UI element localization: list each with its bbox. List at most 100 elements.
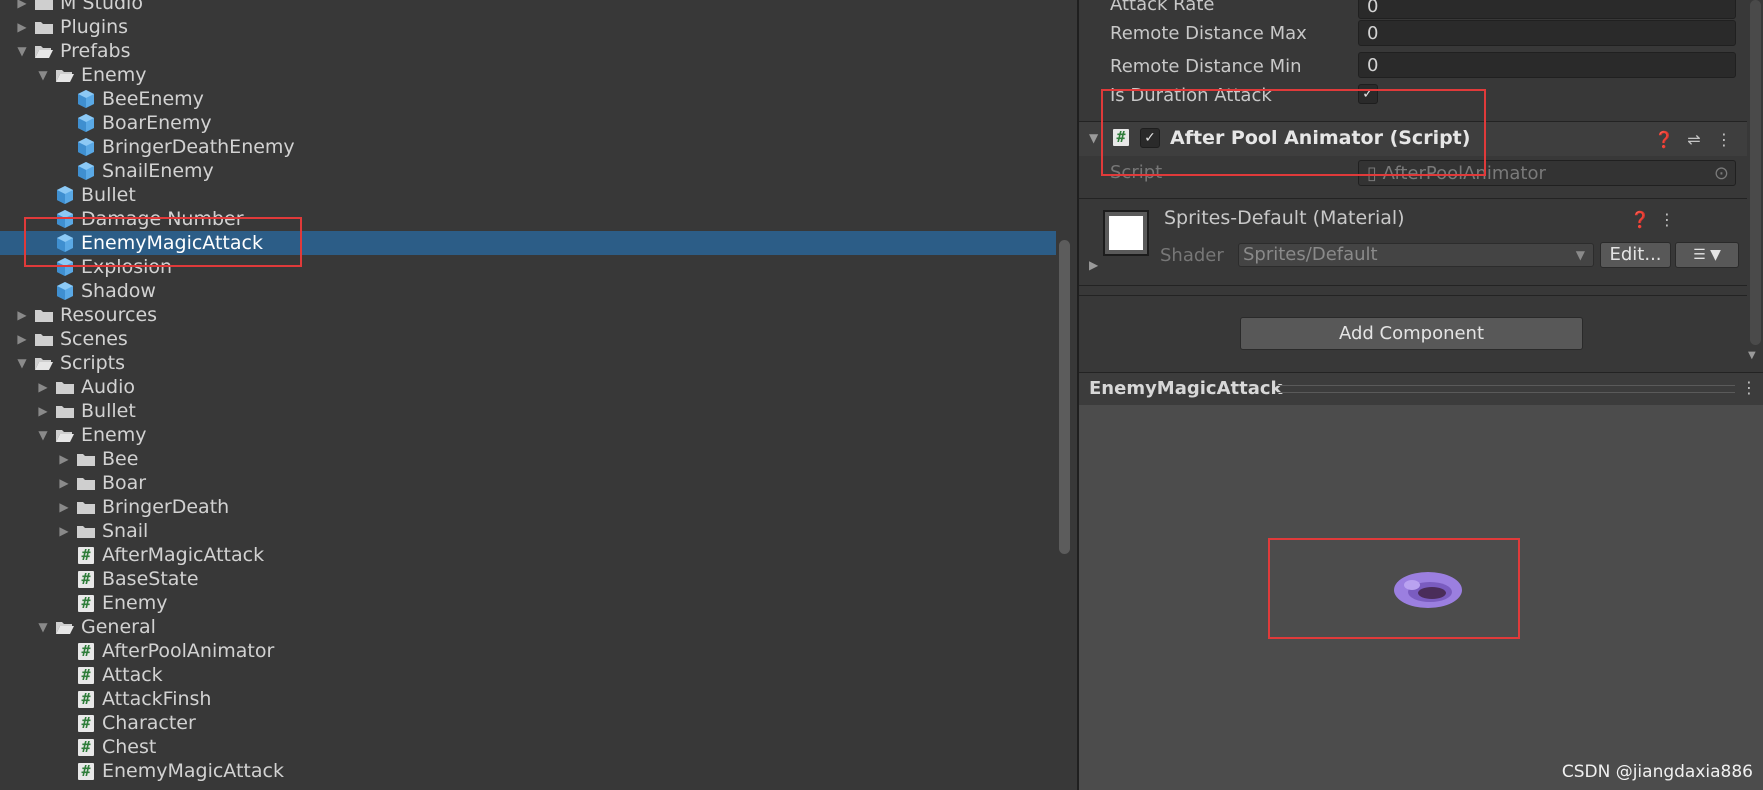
chevron-down-icon[interactable]: ▼ [35, 428, 51, 442]
chevron-down-icon[interactable]: ▼ [14, 356, 30, 370]
chevron-right-icon[interactable]: ▶ [56, 452, 72, 466]
tree-item-label: Enemy [81, 424, 147, 446]
tree-item[interactable]: ▶ Scenes [0, 327, 1056, 351]
chevron-right-icon[interactable]: ▶ [56, 476, 72, 490]
folder-icon [34, 306, 54, 324]
shader-edit-button[interactable]: Edit... [1600, 242, 1671, 268]
component-header[interactable]: ▼ # ✓ After Pool Animator (Script) ❓ ⇌ ⋮ [1079, 121, 1747, 156]
prefab-icon [76, 162, 96, 180]
tree-item[interactable]: ▶#AfterPoolAnimator [0, 639, 1056, 663]
attack-rate-field[interactable]: 0 [1358, 0, 1736, 19]
material-swatch[interactable] [1103, 210, 1149, 256]
tree-item[interactable]: ▶BeeEnemy [0, 87, 1056, 111]
tree-item[interactable]: ▶ Bullet [0, 399, 1056, 423]
tree-item[interactable]: ▶ Snail [0, 519, 1056, 543]
is-duration-attack-checkbox[interactable]: ✓ [1358, 84, 1378, 104]
tree-item[interactable]: ▶#EnemyMagicAttack [0, 759, 1056, 783]
chevron-right-icon[interactable]: ▶ [56, 524, 72, 538]
property-label-attack-rate: Attack Rate [1110, 0, 1215, 15]
preview-menu-icon[interactable]: ⋮ [1741, 378, 1757, 397]
add-component-button[interactable]: Add Component [1240, 317, 1583, 350]
tree-item[interactable]: ▶#Attack [0, 663, 1056, 687]
remote-distance-max-field[interactable]: 0 [1358, 20, 1736, 46]
prefab-icon [55, 258, 75, 276]
tree-item-label: BringerDeathEnemy [102, 136, 295, 158]
tree-item[interactable]: ▶ M Studio [0, 0, 1056, 15]
tree-item-label: Attack [102, 664, 163, 686]
script-file-icon: ▯ [1367, 163, 1377, 184]
tree-item[interactable]: ▼ Enemy [0, 423, 1056, 447]
tree-item[interactable]: ▶BoarEnemy [0, 111, 1056, 135]
shader-dropdown[interactable]: Sprites/Default ▼ [1238, 243, 1594, 267]
tree-item[interactable]: ▼ Scripts [0, 351, 1056, 375]
preview-area[interactable]: CSDN @jiangdaxia886 [1079, 405, 1763, 790]
script-icon: # [76, 642, 96, 660]
component-title: After Pool Animator (Script) [1170, 127, 1471, 149]
dropdown-arrow-icon: ▼ [1575, 248, 1585, 262]
tree-item[interactable]: ▼ General [0, 615, 1056, 639]
chevron-down-icon[interactable]: ▼ [14, 44, 30, 58]
tree-item[interactable]: ▼ Prefabs [0, 39, 1056, 63]
tree-item[interactable]: ▶Shadow [0, 279, 1056, 303]
folder-icon [76, 498, 96, 516]
tree-item-label: Scenes [60, 328, 128, 350]
tree-item-label: Bullet [81, 184, 136, 206]
folder-icon [76, 522, 96, 540]
tree-item[interactable]: ▶ Boar [0, 471, 1056, 495]
inspector-scroll-thumb[interactable] [1750, 0, 1761, 345]
preview-drag-handle[interactable] [1277, 385, 1735, 393]
tree-item-label: Shadow [81, 280, 156, 302]
tree-item[interactable]: ▶ Resources [0, 303, 1056, 327]
tree-item[interactable]: ▶ Plugins [0, 15, 1056, 39]
shader-options-button[interactable]: ☰ ▼ [1675, 242, 1739, 268]
tree-item[interactable]: ▶Bullet [0, 183, 1056, 207]
remote-distance-min-field[interactable]: 0 [1358, 52, 1736, 78]
tree-item[interactable]: ▶ Audio [0, 375, 1056, 399]
property-label-is-duration-attack: Is Duration Attack [1110, 84, 1272, 106]
tree-item[interactable]: ▶SnailEnemy [0, 159, 1056, 183]
tree-item[interactable]: ▶EnemyMagicAttack [0, 231, 1056, 255]
help-icon[interactable]: ❓ [1654, 130, 1674, 150]
tree-item[interactable]: ▶ BringerDeath [0, 495, 1056, 519]
component-enabled-checkbox[interactable]: ✓ [1140, 128, 1160, 148]
script-icon: # [76, 594, 96, 612]
tree-item-label: Bullet [81, 400, 136, 422]
chevron-down-icon[interactable]: ▼ [35, 620, 51, 634]
chevron-right-icon[interactable]: ▶ [14, 332, 30, 346]
kebab-menu-icon[interactable]: ⋮ [1714, 130, 1734, 150]
preview-title: EnemyMagicAttack [1089, 378, 1283, 399]
tree-item[interactable]: ▶#Chest [0, 735, 1056, 759]
tree-item[interactable]: ▶#AfterMagicAttack [0, 543, 1056, 567]
tree-item[interactable]: ▶BringerDeathEnemy [0, 135, 1056, 159]
tree-item[interactable]: ▶#BaseState [0, 567, 1056, 591]
script-field: ▯ AfterPoolAnimator ⊙ [1358, 160, 1736, 186]
script-icon: # [76, 546, 96, 564]
tree-item[interactable]: ▶#Enemy [0, 591, 1056, 615]
tree-item[interactable]: ▶#Character [0, 711, 1056, 735]
chevron-down-icon[interactable]: ▼ [1089, 131, 1098, 145]
chevron-right-icon[interactable]: ▶ [35, 404, 51, 418]
project-scrollbar[interactable] [1059, 240, 1070, 554]
chevron-right-icon[interactable]: ▶ [35, 380, 51, 394]
magic-attack-sprite [1394, 572, 1462, 608]
scroll-down-icon[interactable]: ▼ [1748, 350, 1756, 361]
material-help-icon[interactable]: ❓ [1630, 210, 1650, 230]
chevron-right-icon[interactable]: ▶ [14, 308, 30, 322]
chevron-right-icon[interactable]: ▶ [1089, 258, 1098, 272]
tree-item[interactable]: ▶Explosion [0, 255, 1056, 279]
chevron-down-icon[interactable]: ▼ [35, 68, 51, 82]
tree-item[interactable]: ▼ Enemy [0, 63, 1056, 87]
object-picker-icon[interactable]: ⊙ [1714, 161, 1729, 187]
chevron-right-icon[interactable]: ▶ [14, 0, 30, 10]
tree-item[interactable]: ▶#AttackFinsh [0, 687, 1056, 711]
preview-header[interactable]: EnemyMagicAttack ⋮ [1079, 372, 1763, 406]
material-menu-icon[interactable]: ⋮ [1657, 210, 1677, 230]
folder-icon [55, 378, 75, 396]
chevron-right-icon[interactable]: ▶ [56, 500, 72, 514]
preset-icon[interactable]: ⇌ [1684, 130, 1704, 150]
chevron-right-icon[interactable]: ▶ [14, 20, 30, 34]
tree-item-label: Damage Number [81, 208, 244, 230]
tree-item-label: Prefabs [60, 40, 131, 62]
tree-item[interactable]: ▶Damage Number [0, 207, 1056, 231]
tree-item[interactable]: ▶ Bee [0, 447, 1056, 471]
